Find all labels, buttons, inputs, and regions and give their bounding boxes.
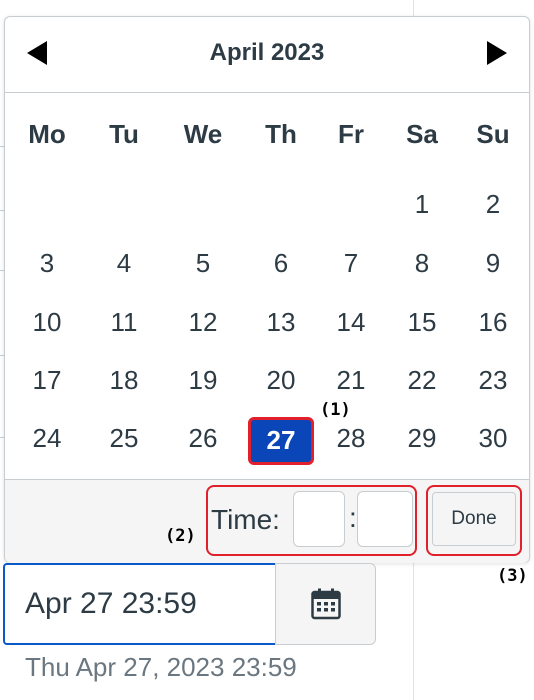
day-cell[interactable]: 1 [392, 189, 452, 220]
day-cell[interactable]: 24 [17, 423, 77, 454]
day-cell[interactable]: 5 [173, 248, 233, 279]
day-cell[interactable]: 3 [17, 248, 77, 279]
annotation-label: (1) [320, 400, 351, 420]
day-cell[interactable]: 20 [251, 365, 311, 396]
day-cell[interactable]: 2 [463, 189, 523, 220]
day-cell[interactable]: 21 [321, 365, 381, 396]
weekday-header: Mo [28, 119, 66, 149]
day-cell[interactable]: 10 [17, 307, 77, 338]
date-input[interactable]: Apr 27 23:59 [3, 563, 277, 645]
weekday-header: Th [265, 119, 297, 149]
calendar-button[interactable] [275, 563, 376, 645]
day-cell[interactable]: 18 [94, 365, 154, 396]
calendar-icon [311, 588, 341, 620]
day-cell[interactable]: 22 [392, 365, 452, 396]
weekday-header: Tu [109, 119, 139, 149]
date-picker-popup: April 2023 Mo Tu We Th Fr Sa Su 1 2 3 4 5 6 7 8 9 10 11 1… [4, 16, 530, 563]
day-cell[interactable]: 7 [321, 248, 381, 279]
day-cell[interactable]: 12 [173, 307, 233, 338]
day-cell[interactable]: 8 [392, 248, 452, 279]
day-cell[interactable]: 19 [173, 365, 233, 396]
day-cell[interactable]: 6 [251, 248, 311, 279]
weekday-header: Sa [406, 119, 438, 149]
day-cell-selected[interactable]: 27 [248, 417, 314, 465]
calendar-header: April 2023 [5, 17, 529, 93]
weekday-header: We [183, 119, 223, 149]
day-cell[interactable]: 29 [392, 423, 452, 454]
day-cell[interactable]: 23 [463, 365, 523, 396]
day-cell[interactable]: 14 [321, 307, 381, 338]
day-cell[interactable]: 28 [321, 423, 381, 454]
annotation-box-done [426, 485, 522, 556]
triangle-right-icon[interactable] [487, 41, 507, 65]
day-cell[interactable]: 30 [463, 423, 523, 454]
weekday-header: Su [476, 119, 510, 149]
day-cell[interactable]: 26 [173, 423, 233, 454]
day-cell[interactable]: 15 [392, 307, 452, 338]
day-cell[interactable]: 25 [94, 423, 154, 454]
annotation-label: (3) [497, 566, 528, 586]
day-cell[interactable]: 9 [463, 248, 523, 279]
day-cell[interactable]: 16 [463, 307, 523, 338]
formatted-date: Thu Apr 27, 2023 23:59 [25, 652, 297, 682]
annotation-box-time [206, 485, 417, 556]
day-cell[interactable]: 17 [17, 365, 77, 396]
day-cell[interactable]: 13 [251, 307, 311, 338]
day-cell[interactable]: 4 [94, 248, 154, 279]
annotation-label: (2) [165, 526, 196, 546]
weekday-header: Fr [338, 119, 364, 149]
month-title: April 2023 [209, 39, 325, 66]
day-cell[interactable]: 11 [94, 307, 154, 338]
